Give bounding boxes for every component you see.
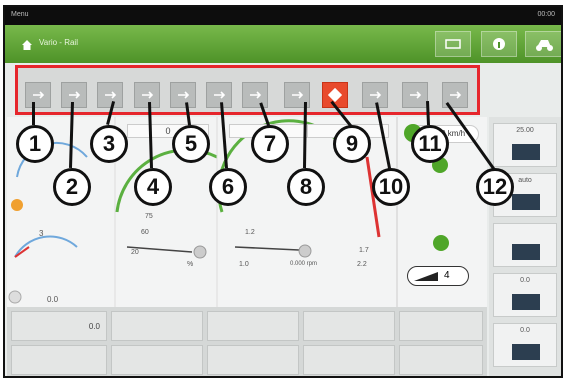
bottom-cell-1[interactable]: 0.0 <box>11 311 107 341</box>
status-bar: Menu 00:00 <box>5 7 561 25</box>
bottom-cell-5[interactable] <box>399 311 483 341</box>
header-button-display[interactable] <box>435 31 471 57</box>
plus-icon[interactable] <box>433 235 449 251</box>
toolbar-button-5[interactable] <box>170 82 196 108</box>
mid2-unit: 0.000 rpm <box>290 261 318 267</box>
gear-selector[interactable]: 4 <box>407 266 469 286</box>
callout-marker: 6 <box>209 168 247 206</box>
display-icon <box>445 39 461 49</box>
bottom-value: 0.0 <box>88 322 100 331</box>
square-icon <box>33 91 45 99</box>
callout-marker: 1 <box>16 125 54 163</box>
arrow-icon <box>214 91 226 99</box>
arrow-left-icon <box>69 91 81 99</box>
mid-tick-2: 60 <box>141 229 149 236</box>
bottom-cell-6[interactable] <box>11 345 107 375</box>
rp-value-1: 25.00 <box>516 127 534 134</box>
right-panel-item-5[interactable]: 0.0 <box>493 323 557 367</box>
arrow-icon <box>250 91 262 99</box>
callout-marker: 4 <box>134 168 172 206</box>
right-panel-item-4[interactable]: 0.0 <box>493 273 557 317</box>
bottom-cell-2[interactable] <box>111 311 203 341</box>
arrow-icon <box>142 91 154 99</box>
right-tick-1: 1.7 <box>359 247 369 254</box>
callout-leader <box>32 102 35 125</box>
callout-marker: 8 <box>287 168 325 206</box>
callout-marker: 12 <box>476 168 514 206</box>
toolbar-button-11[interactable] <box>402 82 428 108</box>
implement-icon <box>512 194 540 210</box>
toolbar-button-6[interactable] <box>206 82 232 108</box>
home-icon[interactable] <box>21 39 33 51</box>
tractor-icon <box>410 91 422 99</box>
mid2-tick-1: 1.2 <box>245 229 255 236</box>
header-button-info[interactable] <box>481 31 517 57</box>
tractor-icon <box>536 40 553 51</box>
screen-frame: Menu 00:00 Vario - Rail 0 12.0 km/h 3 0.… <box>3 5 563 378</box>
right-panel-item-1[interactable]: 25.00 <box>493 123 557 167</box>
app-header: Vario - Rail <box>5 25 561 63</box>
callout-marker: 10 <box>372 168 410 206</box>
toolbar-button-7[interactable] <box>242 82 268 108</box>
callout-marker: 2 <box>53 168 91 206</box>
callout-marker: 5 <box>172 125 210 163</box>
status-left: Menu <box>11 11 29 18</box>
bottom-cell-8[interactable] <box>207 345 299 375</box>
bottom-cell-3[interactable] <box>207 311 299 341</box>
mid-unit: % <box>187 261 194 268</box>
callout-marker: 9 <box>333 125 371 163</box>
bottom-cell-10[interactable] <box>399 345 483 375</box>
info-icon <box>493 38 505 50</box>
left-gauge-bottom: 0.0 <box>47 295 59 304</box>
pto-icon <box>512 344 540 360</box>
left-gauge-value: 3 <box>39 229 44 238</box>
tilt-icon <box>292 91 304 99</box>
breadcrumb: Vario - Rail <box>39 38 78 47</box>
gear-value: 4 <box>444 270 450 281</box>
mid-tick-1: 75 <box>145 213 153 220</box>
toolbar-button-1[interactable] <box>25 82 51 108</box>
toolbar-button-3[interactable] <box>97 82 123 108</box>
header-button-tractor[interactable] <box>525 31 561 57</box>
toolbar-button-4[interactable] <box>134 82 160 108</box>
toolbar-button-2[interactable] <box>61 82 87 108</box>
arrow-icon <box>178 91 190 99</box>
callout-marker: 3 <box>90 125 128 163</box>
tractor-icon <box>370 91 382 99</box>
right-tick-2: 2.2 <box>357 261 367 268</box>
callout-marker: 7 <box>251 125 289 163</box>
bottom-bar: 0.0 <box>7 307 487 376</box>
arrow-icon <box>105 91 117 99</box>
machine-icon <box>512 144 540 160</box>
ramp-icon <box>414 272 438 281</box>
bottom-cell-7[interactable] <box>111 345 203 375</box>
callout-marker: 11 <box>411 125 449 163</box>
mid2-tick-4: 1.0 <box>239 261 249 268</box>
hydraulic-icon <box>328 88 342 102</box>
right-panel: 25.00 auto 0.0 0.0 <box>489 117 561 376</box>
mid-tick-3: 20 <box>131 249 139 256</box>
rp-value-3: 0.0 <box>520 277 530 284</box>
status-right: 00:00 <box>537 11 555 18</box>
right-panel-item-3[interactable] <box>493 223 557 267</box>
bottom-cell-4[interactable] <box>303 311 395 341</box>
tractor-icon <box>450 91 462 99</box>
hitch-icon <box>512 294 540 310</box>
transmission-icon <box>512 244 540 260</box>
rp-value-4: 0.0 <box>520 327 530 334</box>
bottom-cell-9[interactable] <box>303 345 395 375</box>
function-toolbar <box>15 65 480 115</box>
